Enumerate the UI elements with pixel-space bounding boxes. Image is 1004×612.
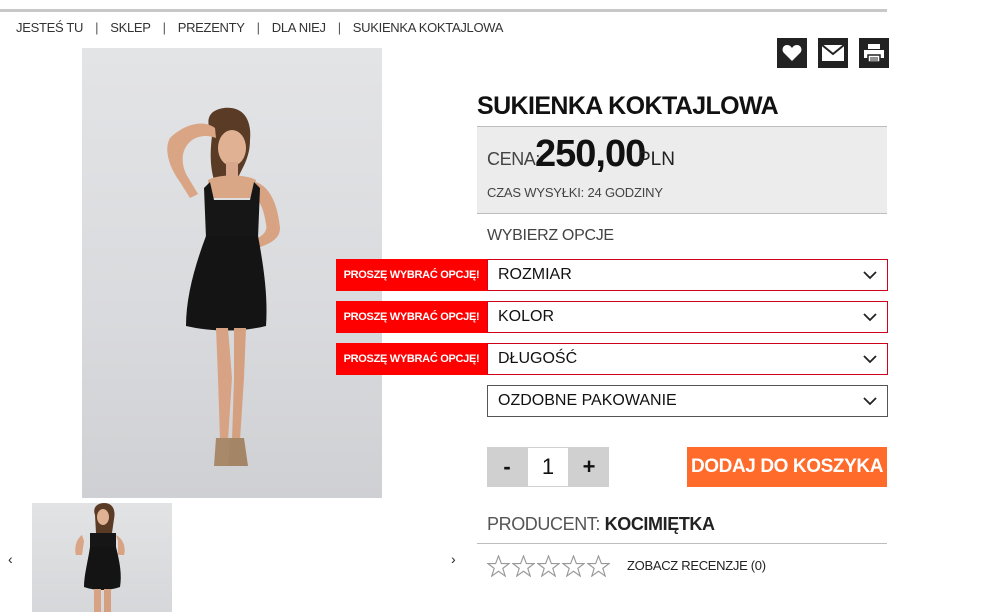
heart-icon <box>782 45 802 61</box>
reviews-link[interactable]: ZOBACZ RECENZJE (0) <box>627 558 766 573</box>
option-length-row: PROSZĘ WYBRAĆ OPCJĘ! DŁUGOŚĆ <box>336 343 888 375</box>
option-error-badge: PROSZĘ WYBRAĆ OPCJĘ! <box>336 301 487 333</box>
price-label: CENA: <box>487 149 541 169</box>
size-select[interactable]: ROZMIAR <box>487 259 888 291</box>
producer-name[interactable]: KOCIMIĘTKA <box>605 514 715 534</box>
length-select-value: DŁUGOŚĆ <box>498 350 578 367</box>
breadcrumb-dla-niej[interactable]: DLA NIEJ <box>272 20 326 35</box>
breadcrumb-separator: | <box>256 19 260 35</box>
rating-stars[interactable] <box>487 555 610 577</box>
option-error-badge: PROSZĘ WYBRAĆ OPCJĘ! <box>336 343 487 375</box>
price-currency: PLN <box>638 149 675 170</box>
quantity-stepper: - 1 + <box>487 447 609 487</box>
option-color-row: PROSZĘ WYBRAĆ OPCJĘ! KOLOR <box>336 301 888 333</box>
breadcrumb-sklep[interactable]: SKLEP <box>110 20 151 35</box>
share-tools <box>777 38 889 68</box>
star-icon <box>537 555 560 577</box>
star-icon <box>587 555 610 577</box>
quantity-decrease-button[interactable]: - <box>487 447 527 487</box>
chevron-down-icon <box>863 312 877 321</box>
email-button[interactable] <box>818 38 848 68</box>
color-select-value: KOLOR <box>498 308 555 325</box>
star-icon <box>562 555 585 577</box>
breadcrumb: JESTEŚ TU | SKLEP | PREZENTY | DLA NIEJ … <box>16 19 503 35</box>
chevron-down-icon <box>863 270 877 279</box>
producer: PRODUCENT: KOCIMIĘTKA <box>487 514 715 535</box>
top-divider <box>0 9 887 12</box>
gallery-next-arrow[interactable]: › <box>451 551 456 567</box>
packaging-select-value: OZDOBNE PAKOWANIE <box>498 392 677 409</box>
price-value: 250,00 <box>535 133 646 175</box>
chevron-down-icon <box>863 396 877 405</box>
mail-icon <box>821 44 845 61</box>
breadcrumb-prezenty[interactable]: PREZENTY <box>178 20 245 35</box>
breadcrumb-label: JESTEŚ TU <box>16 19 84 35</box>
star-icon <box>512 555 535 577</box>
thumbnail-illustration <box>75 503 125 612</box>
print-button[interactable] <box>859 38 889 68</box>
producer-label: PRODUCENT: <box>487 514 601 534</box>
star-icon <box>487 555 510 577</box>
size-select-value: ROZMIAR <box>498 266 572 283</box>
wishlist-button[interactable] <box>777 38 807 68</box>
breadcrumb-separator: | <box>95 19 99 35</box>
color-select[interactable]: KOLOR <box>487 301 888 333</box>
option-size-row: PROSZĘ WYBRAĆ OPCJĘ! ROZMIAR <box>336 259 888 291</box>
length-select[interactable]: DŁUGOŚĆ <box>487 343 888 375</box>
quantity-input[interactable]: 1 <box>527 447 569 487</box>
options-title: WYBIERZ OPCJE <box>487 227 614 244</box>
packaging-select[interactable]: OZDOBNE PAKOWANIE <box>487 385 888 417</box>
print-icon <box>864 44 884 63</box>
breadcrumb-separator: | <box>162 19 166 35</box>
quantity-increase-button[interactable]: + <box>569 447 609 487</box>
option-error-badge: PROSZĘ WYBRAĆ OPCJĘ! <box>336 259 487 291</box>
product-thumbnail[interactable] <box>32 503 172 612</box>
add-to-cart-button[interactable]: DODAJ DO KOSZYKA <box>687 447 887 487</box>
option-packaging-row: OZDOBNE PAKOWANIE <box>487 385 888 417</box>
breadcrumb-current: SUKIENKA KOKTAJLOWA <box>352 19 504 35</box>
gallery-prev-arrow[interactable]: ‹ <box>8 551 13 567</box>
breadcrumb-separator: | <box>337 19 341 35</box>
product-title: SUKIENKA KOKTAJLOWA <box>477 92 779 120</box>
chevron-down-icon <box>863 354 877 363</box>
price-box: CENA: 250,00 PLN CZAS WYSYŁKI: 24 GODZIN… <box>477 126 887 214</box>
shipping-time: CZAS WYSYŁKI: 24 GODZINY <box>487 185 663 200</box>
producer-divider <box>477 543 887 544</box>
